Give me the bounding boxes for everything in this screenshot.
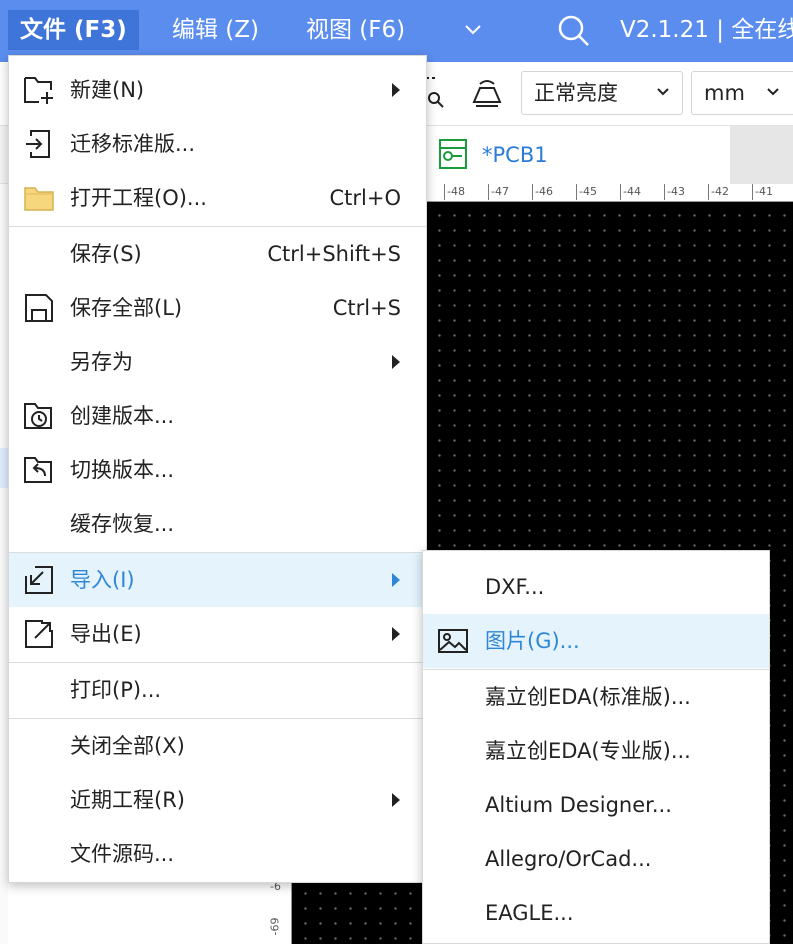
import-item-label: 嘉立创EDA(标准版)... xyxy=(485,685,691,709)
migrate-icon xyxy=(26,130,50,158)
menu-item-label: 导入(I) xyxy=(70,568,135,592)
search-button[interactable] xyxy=(553,10,593,50)
submenu-arrow-icon xyxy=(392,355,400,369)
import-item-label: Allegro/OrCad... xyxy=(485,847,652,871)
import-item-jlc-standard[interactable]: 嘉立创EDA(标准版)... xyxy=(423,670,769,724)
import-item-dxf[interactable]: DXF... xyxy=(423,560,769,614)
menu-item-open-project[interactable]: 打开工程(O)... Ctrl+O xyxy=(9,171,426,225)
submenu-arrow-icon xyxy=(392,627,400,641)
tab-empty-area xyxy=(730,126,793,184)
tab-pcb1[interactable]: *PCB1 xyxy=(426,126,730,184)
left-panel xyxy=(0,62,8,944)
chevron-down-icon xyxy=(657,88,669,96)
import-item-jlc-pro[interactable]: 嘉立创EDA(专业版)... xyxy=(423,724,769,778)
import-submenu: DXF... 图片(G)... 嘉立创EDA(标准版)... 嘉立创EDA(专业… xyxy=(422,550,770,944)
left-panel-selected-row xyxy=(0,448,8,488)
ruler-tick: -41 xyxy=(752,184,773,200)
image-icon xyxy=(438,629,468,653)
menu-item-close-all[interactable]: 关闭全部(X) xyxy=(9,719,426,773)
menu-item-new[interactable]: 新建(N) xyxy=(9,63,426,117)
menu-item-switch-version[interactable]: 切换版本... xyxy=(9,443,426,497)
menu-item-label: 创建版本... xyxy=(70,404,175,428)
menu-item-label: 导出(E) xyxy=(70,622,142,646)
import-item-label: DXF... xyxy=(485,575,545,599)
menu-item-label: 文件源码... xyxy=(70,842,175,866)
menu-item-save-all[interactable]: 保存全部(L) Ctrl+S xyxy=(9,281,426,335)
new-file-icon xyxy=(24,77,53,104)
ruler-tick: -44 xyxy=(620,184,641,200)
chevron-down-icon xyxy=(767,88,779,96)
menu-item-label: 另存为 xyxy=(70,350,133,374)
unit-select[interactable]: mm xyxy=(691,71,793,115)
submenu-arrow-icon xyxy=(392,793,400,807)
menu-item-label: 新建(N) xyxy=(70,78,145,102)
menu-item-import[interactable]: 导入(I) xyxy=(9,553,426,607)
menu-item-label: 关闭全部(X) xyxy=(70,734,185,758)
menu-item-label: 打印(P)... xyxy=(70,678,162,702)
menu-item-label: 保存(S) xyxy=(70,242,142,266)
version-label: V2.1.21 | 全在线 xyxy=(620,17,793,43)
ruler-top: -48 -47 -46 -45 -44 -43 -42 -41 xyxy=(426,184,793,202)
submenu-arrow-icon xyxy=(392,573,400,587)
menu-item-label: 近期工程(R) xyxy=(70,788,185,812)
menu-item-shortcut: Ctrl+S xyxy=(332,296,401,320)
chevron-down-icon xyxy=(465,25,481,35)
menu-more-button[interactable] xyxy=(458,10,488,50)
top-menubar: 文件 (F3) 编辑 (Z) 视图 (F6) V2.1.21 | 全在线 xyxy=(0,0,793,62)
menu-edit[interactable]: 编辑 (Z) xyxy=(158,10,273,50)
menu-item-migrate[interactable]: 迁移标准版... xyxy=(9,117,426,171)
export-icon xyxy=(25,620,53,648)
submenu-arrow-icon xyxy=(392,83,400,97)
menu-item-cache-restore[interactable]: 缓存恢复... xyxy=(9,497,426,551)
ruler-tick: -69 xyxy=(268,917,282,936)
import-item-label: 嘉立创EDA(专业版)... xyxy=(485,739,691,763)
menu-item-create-version[interactable]: 创建版本... xyxy=(9,389,426,443)
zoom-area-icon[interactable] xyxy=(424,76,448,112)
folder-icon xyxy=(24,187,54,211)
menu-view[interactable]: 视图 (F6) xyxy=(292,10,419,50)
file-menu: 新建(N) 迁移标准版... 打开工程(O)... Ctrl+O 保存(S) C… xyxy=(8,55,427,883)
create-version-icon xyxy=(24,403,52,429)
ruler-tick: -48 xyxy=(444,184,465,200)
menu-item-label: 保存全部(L) xyxy=(70,296,183,320)
pcb-canvas-strip[interactable] xyxy=(292,880,426,944)
unit-select-value: mm xyxy=(704,81,745,105)
menu-item-label: 迁移标准版... xyxy=(70,132,196,156)
switch-version-icon xyxy=(24,457,52,483)
save-all-icon xyxy=(25,294,53,322)
menu-item-save[interactable]: 保存(S) Ctrl+Shift+S xyxy=(9,227,426,281)
ruler-tick: -47 xyxy=(488,184,509,200)
import-item-label: Altium Designer... xyxy=(485,793,672,817)
ruler-tick: -42 xyxy=(708,184,729,200)
brightness-select-value: 正常亮度 xyxy=(534,81,618,105)
import-item-altium[interactable]: Altium Designer... xyxy=(423,778,769,832)
menu-item-label: 缓存恢复... xyxy=(70,512,175,536)
menu-item-export[interactable]: 导出(E) xyxy=(9,607,426,661)
menu-item-print[interactable]: 打印(P)... xyxy=(9,663,426,717)
import-item-image[interactable]: 图片(G)... xyxy=(423,614,769,668)
menu-item-save-as[interactable]: 另存为 xyxy=(9,335,426,389)
brightness-select[interactable]: 正常亮度 xyxy=(521,71,683,115)
import-item-label: EAGLE... xyxy=(485,901,574,925)
menu-item-shortcut: Ctrl+Shift+S xyxy=(267,242,401,266)
ruler-tick: -45 xyxy=(576,184,597,200)
tab-pcb1-label: *PCB1 xyxy=(482,143,548,167)
pcb-icon xyxy=(439,139,467,169)
ruler-tick: -43 xyxy=(664,184,685,200)
import-item-allegro[interactable]: Allegro/OrCad... xyxy=(423,832,769,886)
menu-item-recent-projects[interactable]: 近期工程(R) xyxy=(9,773,426,827)
ruler-tick: -46 xyxy=(532,184,553,200)
menu-item-label: 切换版本... xyxy=(70,458,175,482)
import-item-label: 图片(G)... xyxy=(485,629,580,653)
import-item-eagle[interactable]: EAGLE... xyxy=(423,886,769,940)
flip-board-icon[interactable] xyxy=(470,76,504,112)
menu-item-label: 打开工程(O)... xyxy=(70,186,207,210)
search-icon xyxy=(558,15,589,46)
menu-item-file-source[interactable]: 文件源码... xyxy=(9,827,426,881)
import-icon xyxy=(25,566,53,594)
menu-file[interactable]: 文件 (F3) xyxy=(8,10,139,50)
menu-item-shortcut: Ctrl+O xyxy=(329,186,402,210)
ruler-left: -6 -69 xyxy=(262,880,292,944)
